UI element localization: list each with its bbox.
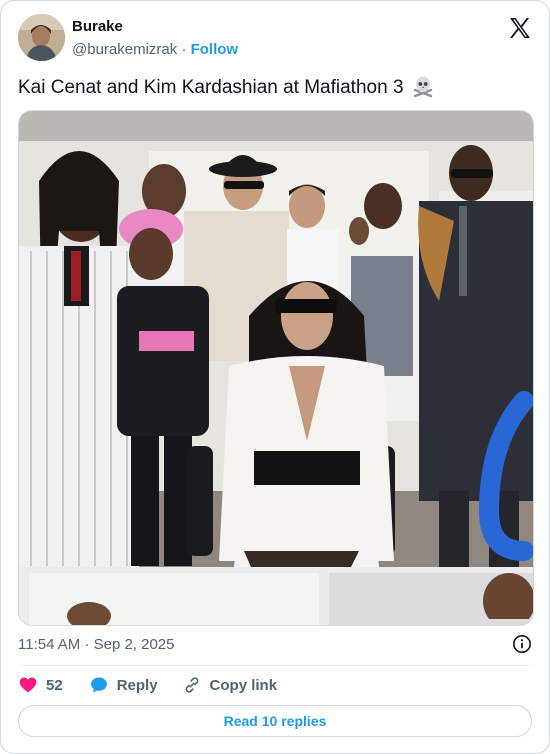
skull-crossbones-icon — [413, 76, 432, 98]
tweet-photo[interactable] — [18, 110, 534, 626]
divider — [18, 665, 532, 666]
follow-button[interactable]: Follow — [191, 41, 239, 58]
reply-label: Reply — [116, 676, 158, 694]
info-icon[interactable] — [512, 634, 532, 654]
copy-link-label: Copy link — [209, 676, 278, 694]
tweet-text: Kai Cenat and Kim Kardashian at Mafiatho… — [18, 74, 435, 100]
handle-row: @burakemizrak · Follow — [72, 41, 238, 58]
reply-button[interactable]: Reply — [89, 675, 158, 695]
heart-icon — [19, 677, 37, 693]
action-bar: 52 Reply Copy link — [18, 673, 277, 697]
tweet-body: Kai Cenat and Kim Kardashian at Mafiatho… — [18, 77, 404, 98]
x-logo-icon[interactable] — [508, 16, 532, 40]
like-button[interactable]: 52 — [18, 675, 63, 695]
chat-bubble-icon — [90, 677, 107, 693]
link-icon — [185, 677, 198, 693]
author-name[interactable]: Burake — [72, 18, 123, 35]
copy-link-button[interactable]: Copy link — [182, 675, 278, 695]
separator: · — [181, 41, 187, 58]
tweet-timestamp[interactable]: 11:54 AM · Sep 2, 2025 — [18, 636, 175, 653]
like-count: 52 — [46, 676, 63, 694]
author-handle[interactable]: @burakemizrak — [72, 41, 177, 58]
read-replies-button[interactable]: Read 10 replies — [18, 705, 532, 737]
tweet-card: Burake @burakemizrak · Follow Kai Cenat … — [0, 0, 550, 754]
avatar[interactable] — [18, 14, 65, 61]
tweet-header: Burake @burakemizrak · Follow — [18, 14, 532, 62]
